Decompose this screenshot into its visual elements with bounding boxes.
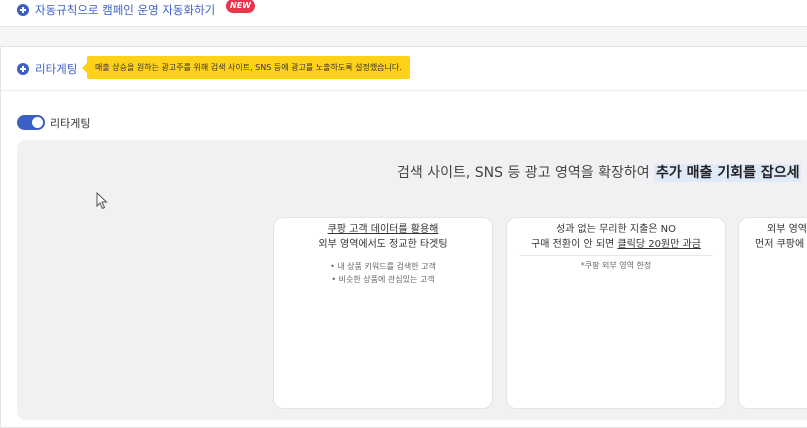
auto-rule-panel: 자동규칙으로 캠페인 운영 자동화하기 NEW xyxy=(0,0,807,27)
divider xyxy=(0,90,807,91)
card-divider xyxy=(519,255,713,256)
plus-circle-icon[interactable] xyxy=(17,4,29,16)
card-title: 성과 없는 무리한 지출은 NO xyxy=(555,224,677,235)
tooltip-text: 매출 상승을 원하는 광고주를 위해 검색 사이트, SNS 등에 광고를 노출… xyxy=(95,63,402,72)
toggle-label: 리타게팅 xyxy=(50,117,91,130)
plus-circle-icon[interactable] xyxy=(17,63,29,75)
card-title: 쿠팡 고객 데이터를 활용해 xyxy=(327,224,439,235)
promo-headline: 검색 사이트, SNS 등 광고 영역을 확장하여 추가 매출 기회를 잡으세 xyxy=(397,163,802,183)
card-bullet: • 내 상품 키워드를 검색한 고객 xyxy=(330,262,436,271)
card-bullet: • 비슷한 상품에 관심있는 고객 xyxy=(331,275,435,284)
auto-rule-link[interactable]: 자동규칙으로 캠페인 운영 자동화하기 xyxy=(35,2,215,18)
retargeting-toggle[interactable] xyxy=(17,115,45,130)
feature-card: 성과 없는 무리한 지출은 NO 구매 전환이 안 되면 클릭당 20원만 과금… xyxy=(506,217,726,409)
feature-card: 외부 영역 먼저 쿠팡에 xyxy=(738,217,807,409)
new-badge: NEW xyxy=(226,0,255,13)
retargeting-tooltip: 매출 상승을 원하는 광고주를 위해 검색 사이트, SNS 등에 광고를 노출… xyxy=(82,56,410,79)
card-note: *쿠팡 외부 영역 한정 xyxy=(580,261,652,270)
feature-card: 쿠팡 고객 데이터를 활용해 외부 영역에서도 정교한 타겟팅 • 내 상품 키… xyxy=(273,217,493,409)
headline-highlight: 추가 매출 기회를 잡으세 xyxy=(654,164,802,182)
headline-prefix: 검색 사이트, SNS 등 광고 영역을 확장하여 xyxy=(397,165,655,181)
card-subtitle: 먼저 쿠팡에 xyxy=(755,239,805,250)
card-subtitle: 구매 전환이 안 되면 xyxy=(531,239,618,250)
card-title: 외부 영역 xyxy=(767,224,807,235)
mouse-cursor-icon xyxy=(96,192,108,210)
card-subtitle: 외부 영역에서도 정교한 타겟팅 xyxy=(318,239,448,250)
toggle-knob xyxy=(32,117,43,128)
card-subtitle-emphasis: 클릭당 20원만 과금 xyxy=(617,239,701,250)
retargeting-link[interactable]: 리타게팅 xyxy=(35,61,77,77)
